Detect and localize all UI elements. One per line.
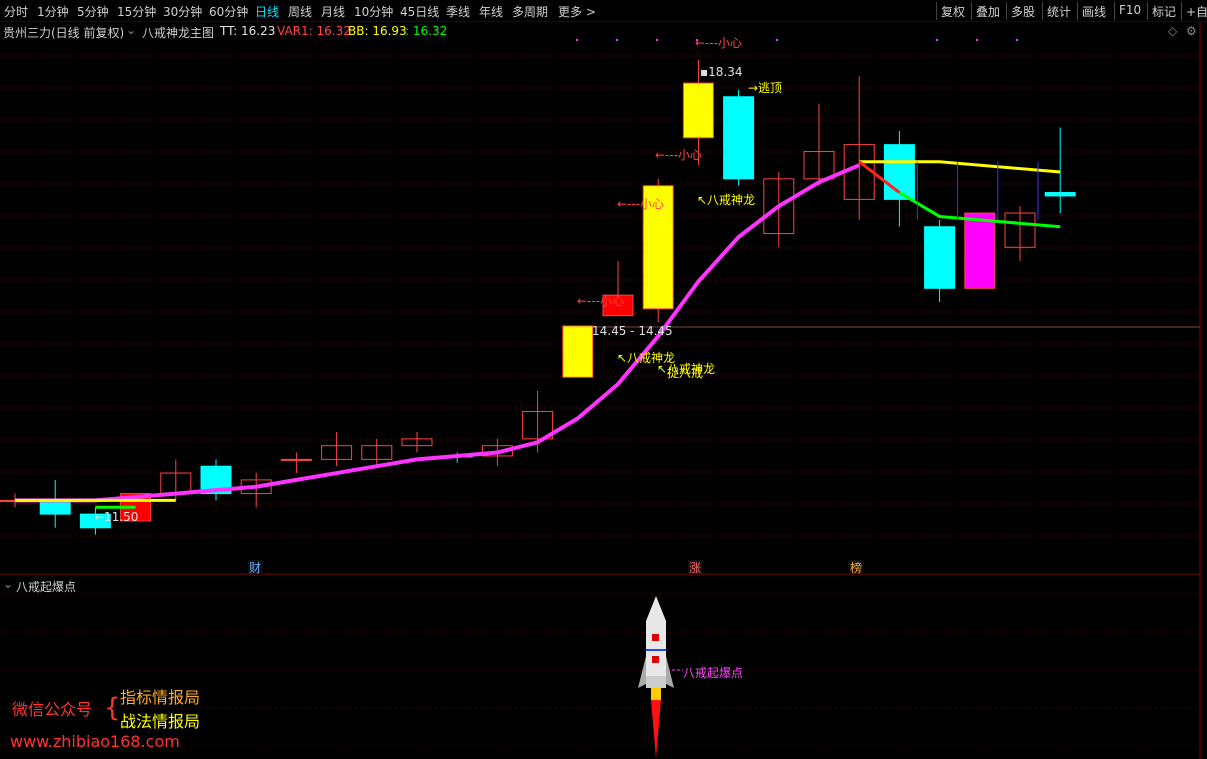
tool-button-0[interactable]: 复权	[941, 3, 965, 20]
tool-button-5[interactable]: F10	[1119, 3, 1141, 17]
period-tab-8[interactable]: 月线	[321, 3, 345, 20]
candlestick-chart: ←11.50 ▪18.34 14.45 - 14.45 →逃顶 ←---小心 ←---小心…	[0, 22, 1202, 575]
period-tab-12[interactable]: 年线	[479, 3, 503, 20]
period-tab-7[interactable]: 周线	[288, 3, 312, 20]
high-price-label: ▪18.34	[700, 65, 743, 79]
watermark-line1: 指标情报局	[120, 688, 201, 707]
toolbar-separator	[1006, 2, 1007, 20]
watermark-url: www.zhibiao168.com	[10, 732, 180, 751]
careful-label-top: ←---小心	[695, 36, 742, 50]
period-tab-14[interactable]: 更多 >	[558, 3, 596, 20]
candle-body	[562, 325, 594, 378]
ma-line	[15, 163, 860, 503]
toolbar-separator	[1147, 2, 1148, 20]
period-tab-6[interactable]: 日线	[255, 3, 279, 20]
period-tab-13[interactable]: 多周期	[512, 3, 548, 20]
toolbar-separator	[971, 2, 972, 20]
main-chart-pane: 贵州三力(日线 前复权) ⌄ 八戒神龙主图 TT: 16.23 VAR1: 16…	[0, 22, 1202, 575]
period-tab-0[interactable]: 分时	[4, 3, 28, 20]
rocket-fin-left	[638, 656, 646, 688]
rocket-window-2	[652, 656, 659, 663]
period-toolbar: 分时 1分钟 5分钟 15分钟 30分钟 60分钟 日线 周线 月线 10分钟 45日线 季线 年线 多周…	[0, 0, 1207, 22]
watermark-line2: 战法情报局	[120, 712, 201, 731]
top-escape-label: →逃顶	[748, 81, 782, 95]
careful-label-2: ←---小心	[617, 197, 664, 211]
period-tab-3[interactable]: 15分钟	[117, 3, 156, 20]
low-price-label: ←11.50	[94, 510, 138, 524]
signal-dot	[976, 39, 978, 41]
tool-button-7[interactable]: +自选	[1186, 3, 1207, 20]
signal-dot	[936, 39, 938, 41]
sub-indicator-pane: ⌄ 八戒起爆点 八戒起爆点 微信公众号 { 指标情报局 战法情报局 www.zh…	[0, 576, 1202, 759]
rocket-base	[646, 676, 666, 688]
careful-label-3: ←---小心	[577, 294, 624, 308]
period-tab-1[interactable]: 1分钟	[37, 3, 69, 20]
candle-body	[723, 96, 755, 180]
toolbar-separator	[1181, 2, 1182, 20]
toolbar-separator	[936, 2, 937, 20]
signal-dot	[576, 39, 578, 41]
candle-body	[964, 212, 996, 289]
catch-label: 捉八戒	[667, 365, 703, 380]
signal-dot	[616, 39, 618, 41]
tool-button-2[interactable]: 多股	[1011, 3, 1035, 20]
period-tab-10[interactable]: 45日线	[400, 3, 439, 20]
date-marker-1: 涨	[689, 560, 701, 575]
date-marker-2: 榜	[850, 560, 862, 575]
watermark-left: 微信公众号	[12, 700, 93, 719]
rocket-flame-red	[651, 700, 661, 758]
period-tab-9[interactable]: 10分钟	[354, 3, 393, 20]
signal-dot	[1016, 39, 1018, 41]
tool-button-6[interactable]: 标记	[1152, 3, 1176, 20]
date-marker-0: 财	[249, 561, 261, 575]
rocket-window-1	[652, 634, 659, 641]
candle-body	[924, 226, 956, 289]
tool-button-1[interactable]: 叠加	[976, 3, 1000, 20]
period-tab-4[interactable]: 30分钟	[163, 3, 202, 20]
candle-body	[280, 458, 312, 461]
tool-button-3[interactable]: 统计	[1047, 3, 1071, 20]
range-label: 14.45 - 14.45	[592, 324, 673, 338]
period-tab-11[interactable]: 季线	[446, 3, 470, 20]
candle-body	[1044, 192, 1076, 197]
rocket-flame-yellow	[651, 688, 661, 700]
brace-icon: {	[104, 693, 121, 723]
period-tab-2[interactable]: 5分钟	[77, 3, 109, 20]
bajie-label-1: ↖八戒神龙	[697, 193, 755, 207]
rocket-label: 八戒起爆点	[683, 666, 744, 680]
period-tab-5[interactable]: 60分钟	[209, 3, 248, 20]
signal-dot	[776, 39, 778, 41]
tool-button-4[interactable]: 画线	[1082, 3, 1106, 20]
toolbar-separator	[1077, 2, 1078, 20]
toolbar-separator	[1114, 2, 1115, 20]
candle-body	[682, 82, 714, 139]
toolbar-separator	[1042, 2, 1043, 20]
candle-body	[39, 499, 71, 515]
rocket-fin-right	[666, 656, 674, 688]
signal-dot	[656, 39, 658, 41]
careful-label-1: ←---小心	[655, 148, 702, 162]
